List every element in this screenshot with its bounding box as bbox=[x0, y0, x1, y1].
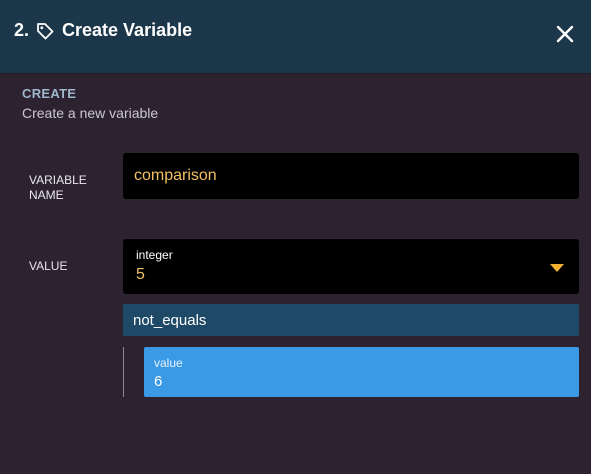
chevron-down-icon[interactable] bbox=[550, 264, 564, 272]
value-type-select[interactable]: integer 5 bbox=[123, 239, 579, 294]
section-header: CREATE Create a new variable bbox=[22, 86, 158, 121]
dialog-title-text: Create Variable bbox=[62, 20, 193, 40]
variable-name-value: comparison bbox=[134, 167, 217, 184]
close-icon bbox=[556, 25, 574, 43]
value-type-caption: integer bbox=[136, 248, 173, 262]
variable-name-label: VARIABLE NAME bbox=[29, 173, 87, 202]
tag-icon bbox=[35, 21, 55, 41]
variable-name-input[interactable]: comparison bbox=[123, 153, 579, 199]
value-label: VALUE bbox=[29, 259, 68, 273]
operand-caption: value bbox=[154, 356, 183, 370]
nesting-divider bbox=[123, 347, 124, 397]
operand-value-input[interactable]: value 6 bbox=[144, 347, 579, 397]
operator-label: not_equals bbox=[133, 312, 207, 329]
section-subtitle: Create a new variable bbox=[22, 105, 159, 121]
dialog-title: 2. Create Variable bbox=[14, 20, 192, 41]
step-number: 2. bbox=[14, 20, 30, 40]
close-button[interactable] bbox=[553, 22, 577, 46]
operand-value: 6 bbox=[154, 373, 163, 390]
comparison-operator[interactable]: not_equals bbox=[123, 304, 579, 336]
value-type-value: 5 bbox=[136, 266, 145, 283]
dialog-header: 2. Create Variable bbox=[0, 0, 591, 73]
section-title: CREATE bbox=[22, 86, 77, 101]
